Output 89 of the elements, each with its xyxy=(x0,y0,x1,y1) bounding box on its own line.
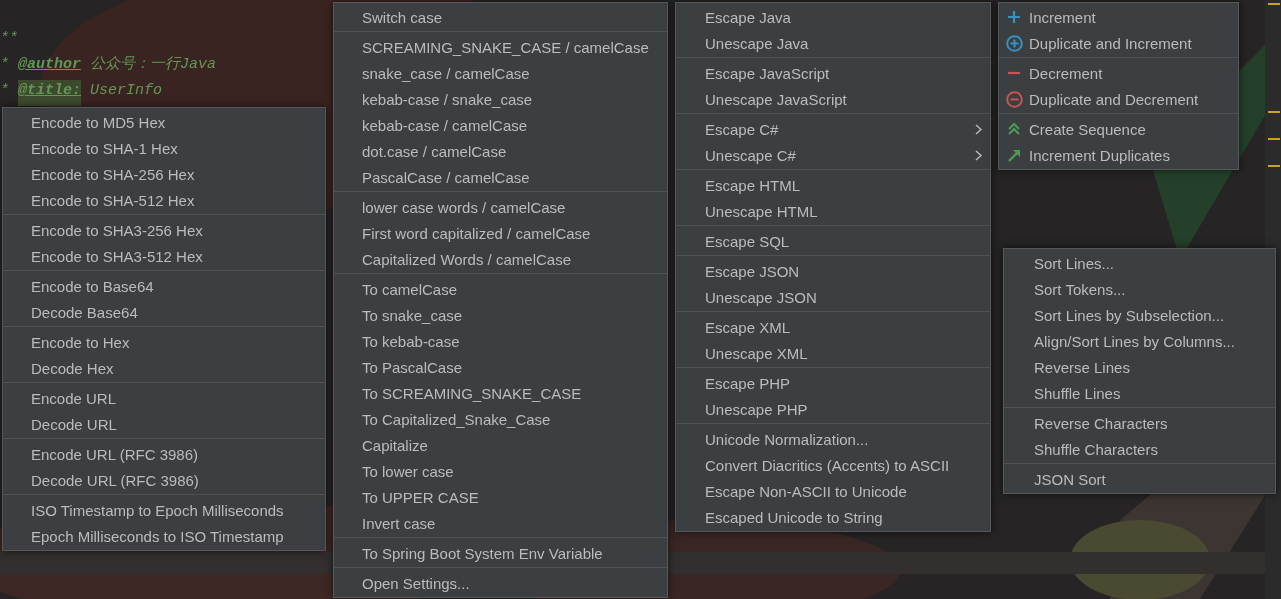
menu-item[interactable]: Increment Duplicates xyxy=(1029,146,1170,164)
menu-item[interactable]: Capitalize xyxy=(362,436,428,454)
menu-item[interactable]: lower case words / camelCase xyxy=(362,198,566,216)
menu-item[interactable]: Align/Sort Lines by Columns... xyxy=(1034,332,1235,350)
menu-item[interactable]: To UPPER CASE xyxy=(362,488,479,506)
menu-item[interactable]: Shuffle Characters xyxy=(1034,440,1158,458)
menu-item[interactable]: Sort Lines... xyxy=(1034,254,1115,272)
menu-item[interactable]: SCREAMING_SNAKE_CASE / camelCase xyxy=(362,38,649,56)
menu-item[interactable]: Increment xyxy=(1029,8,1096,26)
menu-item[interactable]: Unescape XML xyxy=(705,344,808,362)
menu-item[interactable]: To PascalCase xyxy=(362,358,463,376)
menu-item[interactable]: Decode Hex xyxy=(31,359,114,377)
menu-item[interactable]: First word capitalized / camelCase xyxy=(362,224,591,242)
menu-item[interactable]: Encode to SHA-256 Hex xyxy=(31,165,195,183)
menu-item[interactable]: To SCREAMING_SNAKE_CASE xyxy=(362,384,582,402)
menu-item[interactable]: Decode Base64 xyxy=(31,303,138,321)
error-stripe-mark xyxy=(1268,111,1280,113)
double-chevron-up-icon xyxy=(1007,122,1021,136)
menu-item[interactable]: To Capitalized_Snake_Case xyxy=(362,410,551,428)
menu-item[interactable]: Duplicate and Increment xyxy=(1029,34,1192,52)
menu-item[interactable]: Unescape HTML xyxy=(705,202,818,220)
menu-item[interactable]: Epoch Milliseconds to ISO Timestamp xyxy=(31,527,284,545)
menu-item[interactable]: Encode URL (RFC 3986) xyxy=(31,445,198,463)
code-text: ** xyxy=(0,29,18,49)
menu-item[interactable]: Invert case xyxy=(362,514,436,532)
menu-item[interactable]: Reverse Characters xyxy=(1034,414,1168,432)
menu-item[interactable]: Duplicate and Decrement xyxy=(1029,90,1199,108)
doc-tag: @title: xyxy=(18,80,82,106)
code-text: UserInfo xyxy=(89,81,163,101)
minus-icon xyxy=(1007,71,1021,75)
menu-item[interactable]: To snake_case xyxy=(362,306,463,324)
menu-item[interactable]: To kebab-case xyxy=(362,332,460,350)
menu-item[interactable]: Reverse Lines xyxy=(1034,358,1130,376)
error-stripe-mark xyxy=(1268,3,1280,5)
arrow-icon xyxy=(1006,147,1022,163)
menu-item[interactable]: kebab-case / snake_case xyxy=(362,90,533,108)
menu-item[interactable]: Decode URL xyxy=(31,415,117,433)
menu-item[interactable]: Encode to SHA3-512 Hex xyxy=(31,247,203,265)
menu-item[interactable]: Escape Non-ASCII to Unicode xyxy=(705,482,907,500)
error-stripe-mark xyxy=(1268,165,1280,167)
menu-item[interactable]: Escape JavaScript xyxy=(705,64,830,82)
menu-item[interactable]: JSON Sort xyxy=(1034,470,1106,488)
code-text: * xyxy=(0,55,10,75)
menu-item[interactable]: Encode URL xyxy=(31,389,117,407)
error-stripe-mark xyxy=(1268,138,1280,140)
menu-item[interactable]: PascalCase / camelCase xyxy=(362,168,530,186)
menu-item[interactable]: Switch case xyxy=(362,8,443,26)
menu-item[interactable]: Encode to MD5 Hex xyxy=(31,113,166,131)
menu-item[interactable]: snake_case / camelCase xyxy=(362,64,530,82)
menu-item[interactable]: Escape C# xyxy=(705,120,779,138)
menu-item[interactable]: To Spring Boot System Env Variable xyxy=(362,544,603,562)
menu-item[interactable]: ISO Timestamp to Epoch Milliseconds xyxy=(31,501,284,519)
menu-item[interactable]: Unescape C# xyxy=(705,146,796,164)
code-text: * xyxy=(0,81,10,101)
minus-circle-icon xyxy=(1005,90,1023,108)
menu-item[interactable]: Capitalized Words / camelCase xyxy=(362,250,571,268)
plus-icon xyxy=(1007,10,1021,24)
menu-item[interactable]: Escape HTML xyxy=(705,176,801,194)
menu-item[interactable]: Encode to Hex xyxy=(31,333,130,351)
menu-item[interactable]: Unescape JSON xyxy=(705,288,817,306)
menu-item[interactable]: Escape Java xyxy=(705,8,791,26)
menu-item[interactable]: Decode URL (RFC 3986) xyxy=(31,471,199,489)
menu-item[interactable]: Sort Lines by Subselection... xyxy=(1034,306,1225,324)
code-text: 公众号：一行Java xyxy=(89,55,217,75)
menu-item[interactable]: To camelCase xyxy=(362,280,458,298)
menu-item[interactable]: Create Sequence xyxy=(1029,120,1146,138)
menu-item[interactable]: Shuffle Lines xyxy=(1034,384,1121,402)
menu-item[interactable]: Unescape Java xyxy=(705,34,809,52)
doc-tag: @author xyxy=(18,54,82,80)
menu-item[interactable]: Unescape JavaScript xyxy=(705,90,847,108)
menu-item[interactable]: Escape JSON xyxy=(705,262,800,280)
menu-item[interactable]: Unescape PHP xyxy=(705,400,808,418)
menu-item[interactable]: To lower case xyxy=(362,462,454,480)
plus-circle-icon xyxy=(1005,34,1023,52)
menu-item[interactable]: dot.case / camelCase xyxy=(362,142,507,160)
menu-item[interactable]: Escape PHP xyxy=(705,374,791,392)
menu-item[interactable]: Encode to Base64 xyxy=(31,277,154,295)
menu-item[interactable]: Decrement xyxy=(1029,64,1103,82)
menu-item[interactable]: kebab-case / camelCase xyxy=(362,116,528,134)
menu-item[interactable]: Encode to SHA-1 Hex xyxy=(31,139,178,157)
menu-item[interactable]: Encode to SHA-512 Hex xyxy=(31,191,195,209)
menu-item[interactable]: Convert Diacritics (Accents) to ASCII xyxy=(705,456,950,474)
menu-item[interactable]: Sort Tokens... xyxy=(1034,280,1126,298)
menu-item[interactable]: Unicode Normalization... xyxy=(705,430,869,448)
menu-item[interactable]: Open Settings... xyxy=(362,574,470,592)
menu-item[interactable]: Escaped Unicode to String xyxy=(705,508,883,526)
menu-item[interactable]: Escape SQL xyxy=(705,232,790,250)
menu-item[interactable]: Encode to SHA3-256 Hex xyxy=(31,221,203,239)
menu-item[interactable]: Escape XML xyxy=(705,318,791,336)
